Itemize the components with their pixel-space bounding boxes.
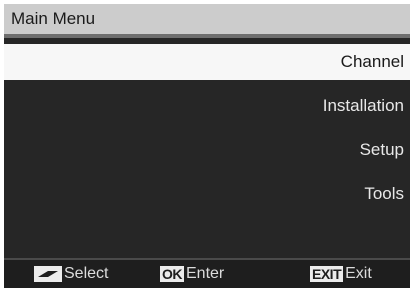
select-hint: Select [34, 260, 108, 288]
exit-hint: EXIT Exit [310, 260, 372, 288]
menu-item-installation[interactable]: Installation [4, 88, 410, 124]
footer-key-hints: Select OK Enter EXIT Exit [4, 258, 410, 288]
menu-title: Main Menu [4, 4, 410, 34]
up-down-arrows-icon [34, 266, 62, 282]
select-hint-label: Select [64, 265, 109, 282]
ok-key-badge: OK [160, 266, 184, 282]
menu-item-channel[interactable]: Channel [4, 44, 410, 80]
menu-list: Channel Installation Setup Tools [4, 34, 410, 258]
tv-menu-screen: Main Menu Channel Installation Setup Too… [0, 0, 414, 292]
menu-item-setup[interactable]: Setup [4, 132, 410, 168]
menu-item-tools[interactable]: Tools [4, 176, 410, 212]
exit-key-badge: EXIT [310, 266, 344, 282]
enter-hint-label: Enter [186, 265, 225, 282]
enter-hint: OK Enter [160, 260, 224, 288]
exit-hint-label: Exit [345, 265, 372, 282]
